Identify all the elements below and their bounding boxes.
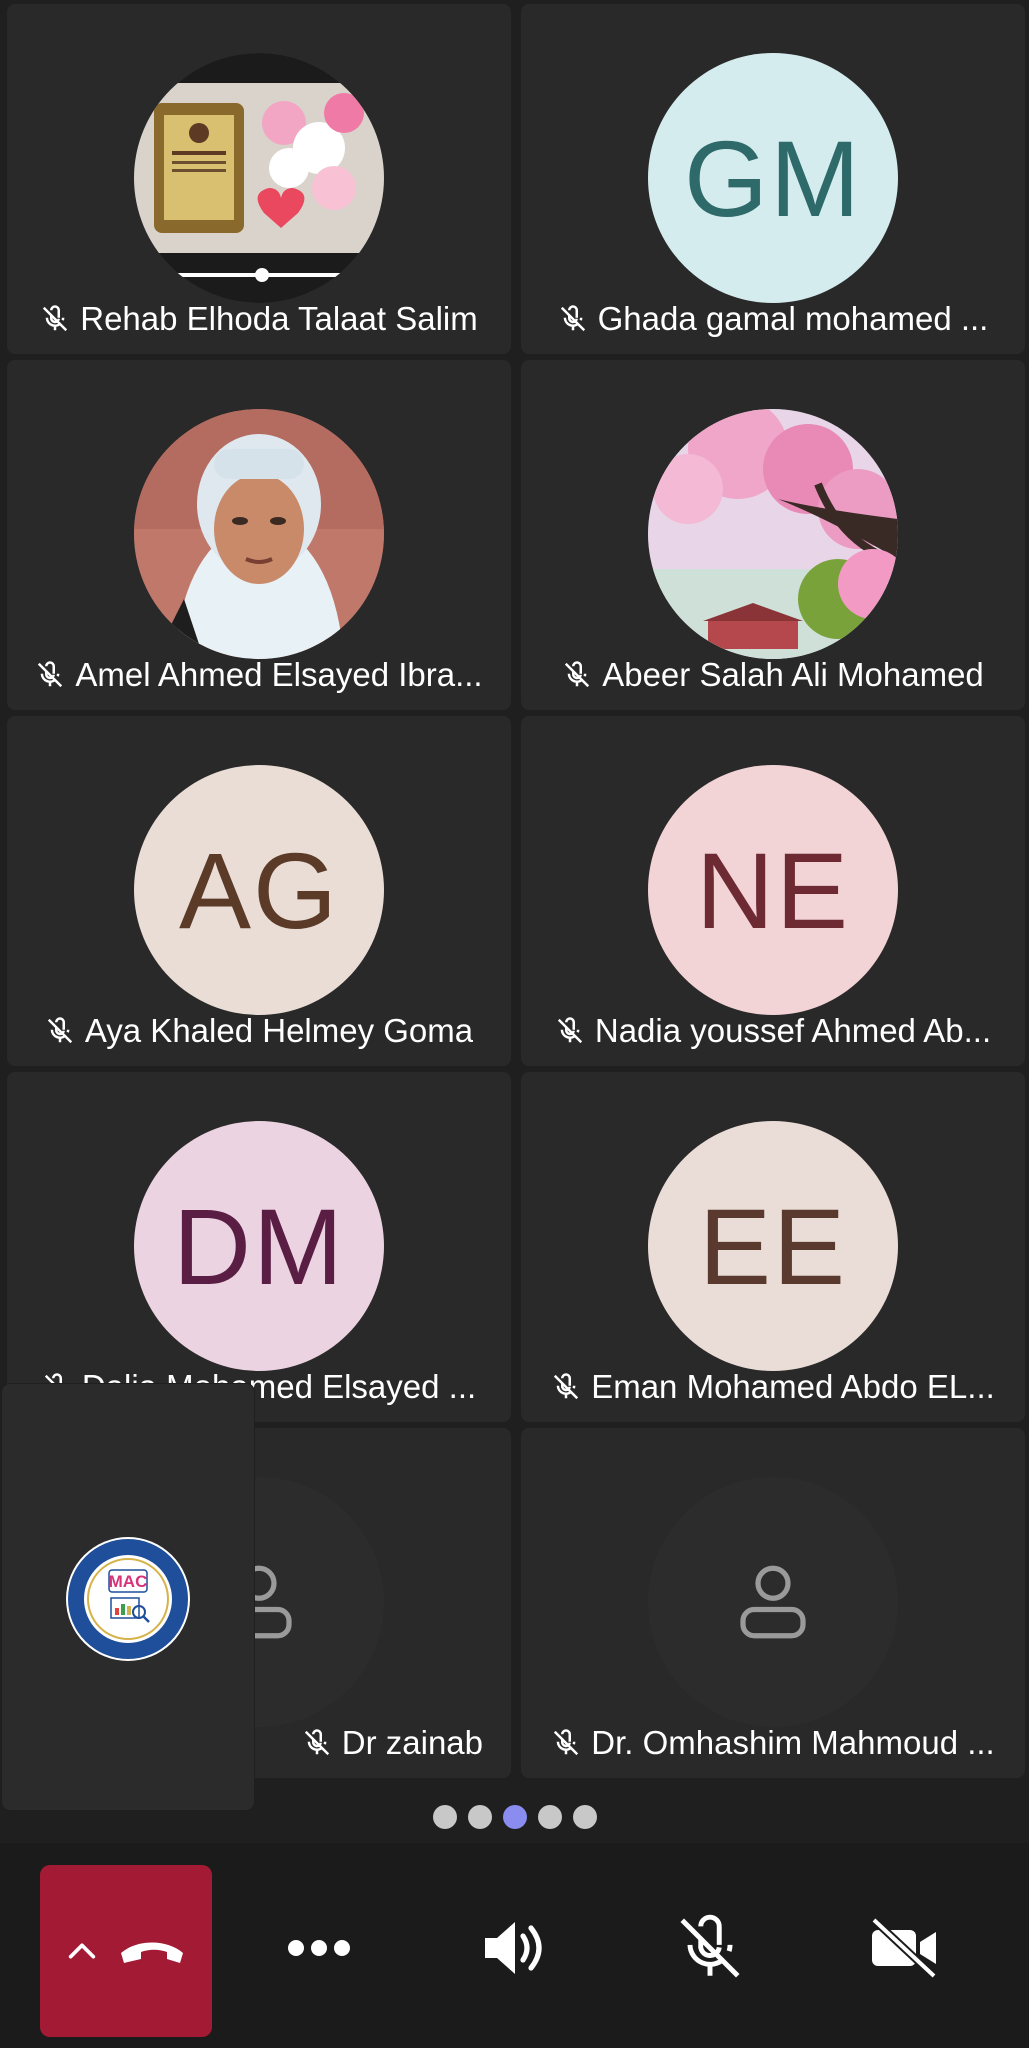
participant-name: Amel Ahmed Elsayed Ibra...	[75, 656, 483, 693]
hang-up-icon	[121, 1942, 183, 1963]
self-view-preview[interactable]: MAC	[2, 1384, 254, 1810]
page-dot[interactable]	[432, 1805, 457, 1829]
participant-tile[interactable]: NE Nadia youssef Ahmed Ab...	[521, 716, 1025, 1066]
participant-name-row: Aya Khaled Helmey Goma	[7, 1012, 511, 1050]
participant-name-row: Abeer Salah Ali Mohamed	[521, 656, 1025, 694]
participant-name-row: Nadia youssef Ahmed Ab...	[521, 1012, 1025, 1050]
more-options-button[interactable]	[264, 1893, 374, 2003]
participant-name-row: Amel Ahmed Elsayed Ibra...	[7, 656, 511, 694]
participant-photo	[134, 409, 384, 659]
participant-initials-avatar: DM	[134, 1121, 384, 1371]
participant-name: Abeer Salah Ali Mohamed	[602, 656, 984, 693]
mic-off-icon	[554, 1729, 579, 1756]
mic-off-icon	[557, 1017, 583, 1044]
organization-logo: MAC	[66, 1537, 190, 1661]
participant-tile[interactable]: Dr. Omhashim Mahmoud ...	[521, 1428, 1025, 1778]
participant-name: Ghada gamal mohamed ...	[597, 300, 989, 337]
page-dot-active[interactable]	[502, 1805, 527, 1829]
participant-name-row: Eman Mohamed Abdo EL...	[521, 1368, 1025, 1406]
participant-initials-avatar: NE	[648, 765, 898, 1015]
hang-up-button[interactable]	[40, 1865, 212, 2037]
participant-name-row: Ghada gamal mohamed ...	[521, 300, 1025, 338]
participant-tile[interactable]: Rehab Elhoda Talaat Salim	[7, 4, 511, 354]
call-controls-bar	[0, 1843, 1029, 2048]
page-dot[interactable]	[572, 1805, 597, 1829]
mic-off-icon	[565, 661, 590, 688]
mic-off-icon	[304, 1729, 329, 1756]
mic-off-icon	[43, 305, 68, 332]
camera-button[interactable]	[849, 1888, 959, 2008]
mic-off-icon	[38, 661, 63, 688]
participant-photo	[648, 409, 898, 659]
participant-tile[interactable]: EE Eman Mohamed Abdo EL...	[521, 1072, 1025, 1422]
page-indicator	[0, 1805, 1029, 1829]
page-dot[interactable]	[467, 1805, 492, 1829]
more-options-icon	[288, 1940, 350, 1956]
participant-name: Eman Mohamed Abdo EL...	[591, 1368, 995, 1405]
mic-off-icon	[560, 305, 585, 332]
speaker-icon	[485, 1922, 542, 1974]
microphone-button[interactable]	[655, 1888, 765, 2008]
participant-name: Dr zainab	[341, 1724, 483, 1761]
participant-name: Rehab Elhoda Talaat Salim	[80, 300, 478, 337]
participant-name: Aya Khaled Helmey Goma	[84, 1012, 474, 1049]
chevron-up-icon	[68, 1943, 96, 1959]
participant-name: Nadia youssef Ahmed Ab...	[594, 1012, 992, 1049]
participant-tile[interactable]: AG Aya Khaled Helmey Goma	[7, 716, 511, 1066]
participant-tile[interactable]: GM Ghada gamal mohamed ...	[521, 4, 1025, 354]
participant-initials-avatar: AG	[134, 765, 384, 1015]
mic-off-icon	[554, 1373, 579, 1400]
person-icon	[740, 1565, 806, 1639]
mic-off-icon	[680, 1914, 740, 1978]
participant-name-row: Dr. Omhashim Mahmoud ...	[521, 1724, 1025, 1762]
speaker-button[interactable]	[460, 1893, 570, 2003]
participant-tile[interactable]: DM Dalia Mohamed Elsayed ...	[7, 1072, 511, 1422]
participant-placeholder-avatar	[648, 1477, 898, 1727]
participant-tile[interactable]: Amel Ahmed Elsayed Ibra...	[7, 360, 511, 710]
participant-initials-avatar: EE	[648, 1121, 898, 1371]
camera-off-icon	[871, 1917, 937, 1979]
participant-photo	[134, 53, 384, 303]
participant-name-row: Rehab Elhoda Talaat Salim	[7, 300, 511, 338]
participant-initials-avatar: GM	[648, 53, 898, 303]
page-dot[interactable]	[537, 1805, 562, 1829]
participant-tile[interactable]: Abeer Salah Ali Mohamed	[521, 360, 1025, 710]
participant-name: Dr. Omhashim Mahmoud ...	[591, 1724, 995, 1761]
svg-text:MAC: MAC	[109, 1572, 148, 1591]
mic-off-icon	[47, 1017, 73, 1044]
